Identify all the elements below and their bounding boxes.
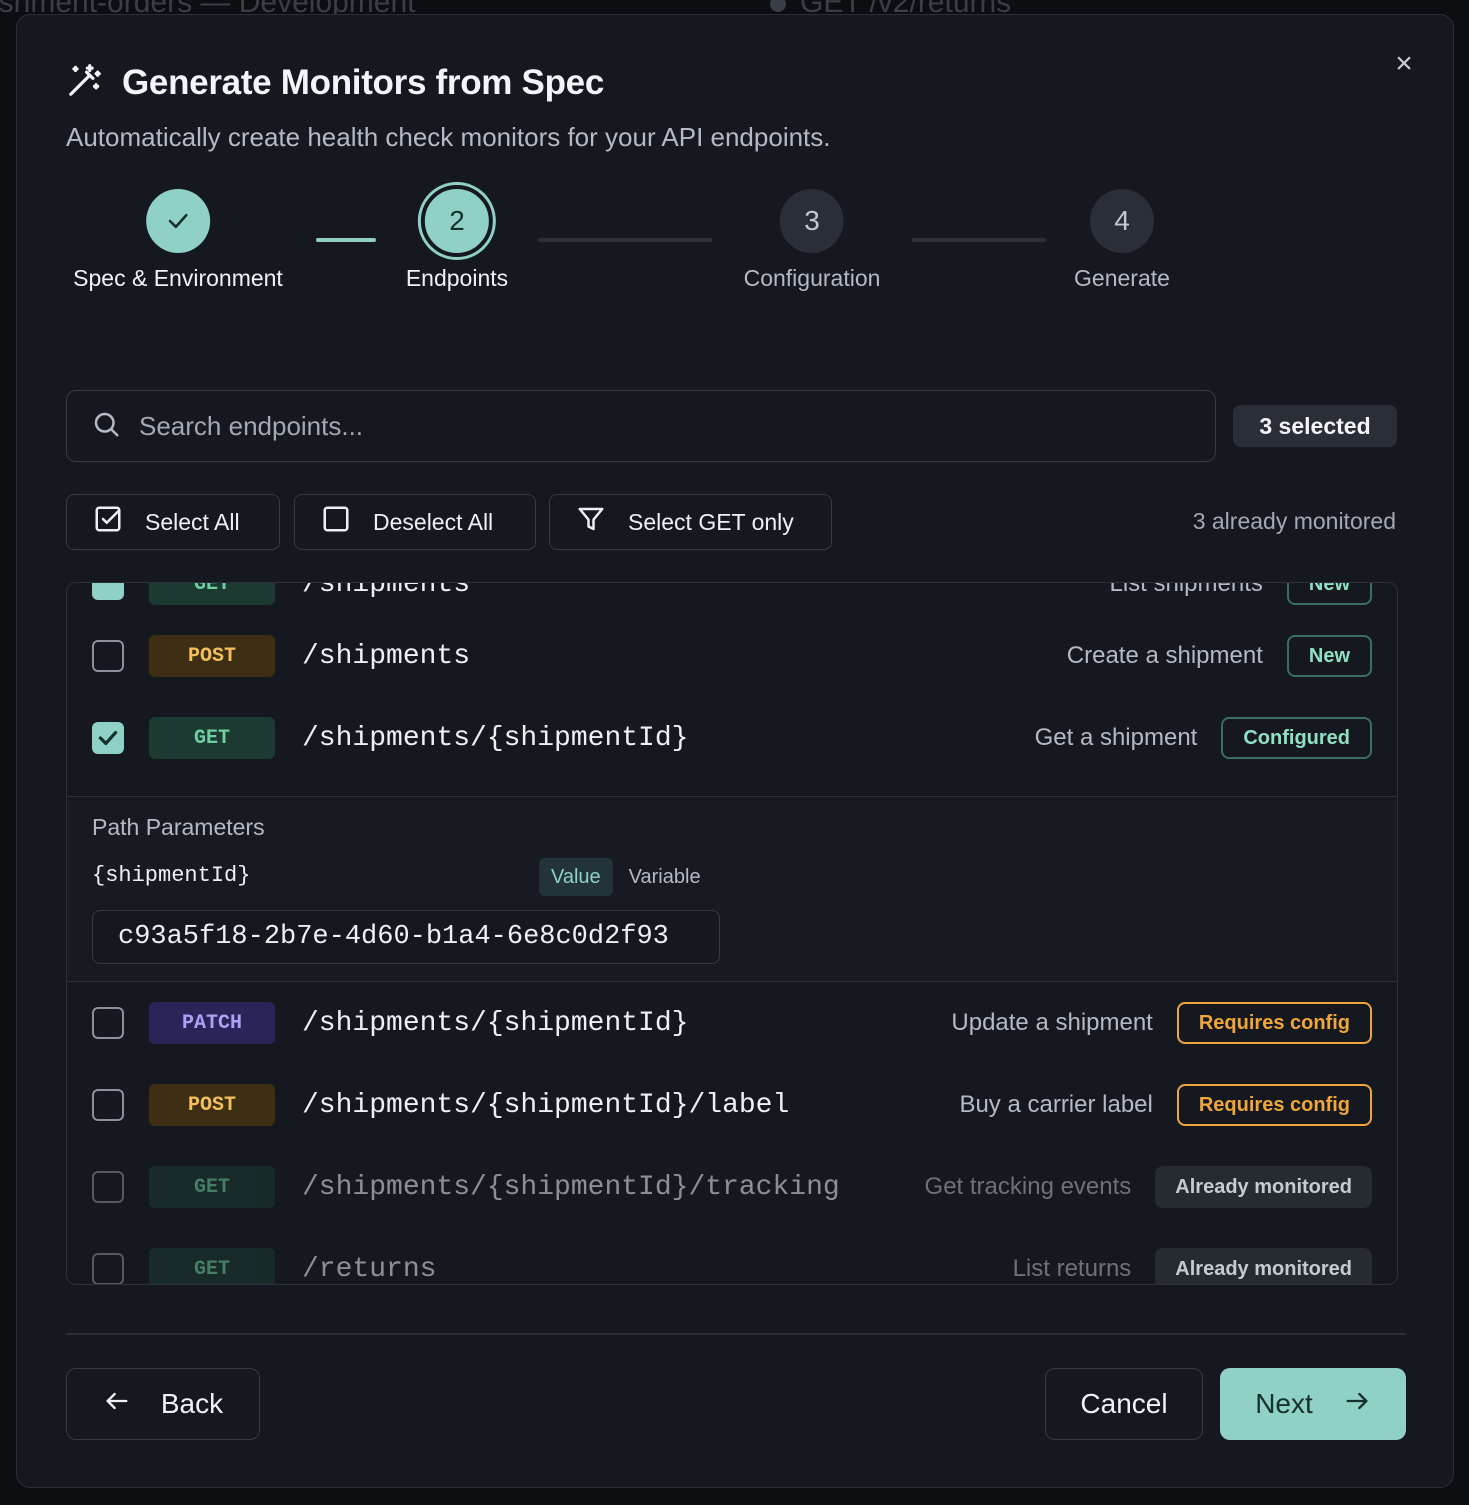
endpoint-description: Buy a carrier label <box>959 1091 1153 1118</box>
checkbox-checked-icon <box>93 504 123 540</box>
method-badge: PATCH <box>149 1002 275 1044</box>
search-input[interactable] <box>139 410 1139 442</box>
filter-icon <box>576 504 606 540</box>
endpoint-description: Get tracking events <box>924 1173 1132 1200</box>
method-badge: GET <box>149 1248 275 1284</box>
back-button[interactable]: Back <box>66 1368 260 1440</box>
method-badge: POST <box>149 1084 275 1126</box>
endpoint-path: /shipments/{shipmentId} <box>302 722 689 754</box>
endpoint-checkbox[interactable] <box>92 640 124 672</box>
deselect-all-button[interactable]: Deselect All <box>294 494 536 550</box>
step-number: 2 <box>421 185 493 257</box>
parameter-value-input[interactable] <box>92 910 720 964</box>
back-label: Back <box>160 1388 224 1419</box>
select-get-only-button[interactable]: Select GET only <box>549 494 832 550</box>
selected-count-badge: 3 selected <box>1233 405 1397 447</box>
step-label: Generate <box>1074 265 1170 291</box>
checkbox-empty-icon <box>321 504 351 540</box>
mode-value-tab[interactable]: Value <box>539 858 613 896</box>
step-endpoints[interactable]: 2 Endpoints <box>406 185 508 292</box>
status-badge: Requires config <box>1176 1002 1372 1044</box>
select-all-button[interactable]: Select All <box>66 494 280 550</box>
endpoint-list[interactable]: GET /shipments List shipments New POST /… <box>66 582 1398 1285</box>
method-badge: GET <box>149 583 275 605</box>
endpoint-description: List returns <box>1012 1255 1132 1282</box>
select-get-only-label: Select GET only <box>628 508 794 535</box>
endpoint-checkbox[interactable] <box>92 583 124 600</box>
status-badge: Requires config <box>1176 1084 1372 1126</box>
mode-variable-tab[interactable]: Variable <box>613 858 713 896</box>
endpoint-path: /shipments/{shipmentId} <box>302 1007 689 1039</box>
endpoint-checkbox[interactable] <box>92 722 124 754</box>
close-icon[interactable]: × <box>1389 49 1419 79</box>
endpoint-description: Create a shipment <box>1066 642 1263 669</box>
next-button[interactable]: Next <box>1220 1368 1406 1440</box>
checkmark-icon <box>98 730 118 746</box>
step-configuration[interactable]: 3 Configuration <box>743 185 881 292</box>
endpoint-description: List shipments <box>1109 582 1263 597</box>
method-badge: GET <box>149 717 275 759</box>
parameter-name: {shipmentId} <box>92 863 251 888</box>
endpoint-description: Update a shipment <box>951 1009 1153 1036</box>
method-badge: POST <box>149 635 275 677</box>
endpoint-path: /shipments <box>302 640 471 672</box>
endpoint-path: /shipments <box>302 582 471 600</box>
status-badge: Configured <box>1221 717 1372 759</box>
modal-header: Generate Monitors from Spec Automaticall… <box>66 61 831 153</box>
search-box <box>66 390 1216 462</box>
deselect-all-label: Deselect All <box>373 508 494 535</box>
endpoint-path: /returns <box>302 1253 437 1285</box>
cancel-label: Cancel <box>1080 1388 1168 1419</box>
endpoint-checkbox[interactable] <box>92 1171 124 1203</box>
endpoint-row[interactable]: GET /shipments/{shipmentId}/tracking Get… <box>67 1146 1397 1228</box>
step-label: Spec & Environment <box>73 265 283 291</box>
status-badge: Already monitored <box>1155 1166 1372 1208</box>
endpoint-description: Get a shipment <box>1034 724 1198 751</box>
endpoint-checkbox[interactable] <box>92 1253 124 1284</box>
arrow-right-icon <box>1343 1387 1371 1422</box>
step-spec-environment[interactable]: Spec & Environment <box>73 185 283 292</box>
endpoint-path: /shipments/{shipmentId}/tracking <box>302 1171 840 1203</box>
endpoint-checkbox[interactable] <box>92 1089 124 1121</box>
generate-monitors-modal: × Generate Monitors from Spec Automatica… <box>16 14 1454 1488</box>
status-badge: New <box>1286 583 1372 605</box>
endpoint-path: /shipments/{shipmentId}/label <box>302 1089 790 1121</box>
endpoint-row[interactable]: GET /shipments/{shipmentId} Get a shipme… <box>67 697 1397 779</box>
search-icon <box>91 409 121 444</box>
checkmark-icon <box>145 189 210 253</box>
arrow-left-icon <box>103 1387 131 1422</box>
endpoint-row[interactable]: POST /shipments Create a shipment New <box>67 615 1397 697</box>
method-badge: GET <box>149 1166 275 1208</box>
step-label: Configuration <box>743 265 881 291</box>
modal-title: Generate Monitors from Spec <box>122 62 605 102</box>
stepper: Spec & Environment 2 Endpoints 3 Configu… <box>17 185 1453 315</box>
footer-divider <box>66 1333 1406 1335</box>
endpoint-row[interactable]: POST /shipments/{shipmentId}/label Buy a… <box>67 1064 1397 1146</box>
step-generate[interactable]: 4 Generate <box>1074 185 1170 292</box>
step-number: 3 <box>780 189 844 253</box>
step-number: 4 <box>1090 189 1154 253</box>
path-parameters-title: Path Parameters <box>92 814 265 840</box>
step-label: Endpoints <box>405 265 509 291</box>
next-label: Next <box>1255 1388 1313 1419</box>
endpoint-checkbox[interactable] <box>92 1007 124 1039</box>
endpoint-row[interactable]: PATCH /shipments/{shipmentId} Update a s… <box>67 982 1397 1064</box>
modal-subtitle: Automatically create health check monito… <box>66 122 831 152</box>
path-parameters-panel: Path Parameters {shipmentId} Value Varia… <box>67 796 1397 982</box>
magic-wand-icon <box>66 61 104 104</box>
status-badge: Already monitored <box>1155 1248 1372 1284</box>
endpoint-row[interactable]: GET /returns List returns Already monito… <box>67 1228 1397 1285</box>
parameter-mode-toggle: Value Variable <box>539 858 713 896</box>
status-badge: New <box>1286 635 1372 677</box>
already-monitored-count: 3 already monitored <box>1192 508 1396 534</box>
cancel-button[interactable]: Cancel <box>1045 1368 1203 1440</box>
select-all-label: Select All <box>145 508 240 535</box>
